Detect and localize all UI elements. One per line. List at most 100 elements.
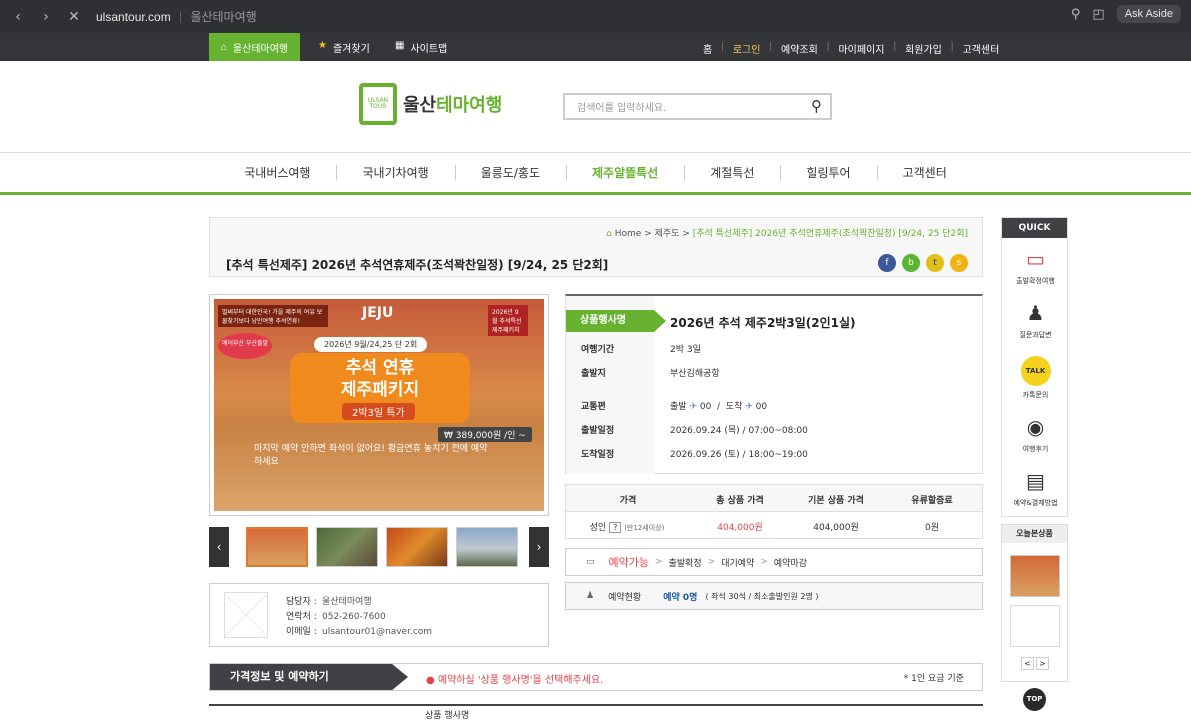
carousel-next-arrow[interactable]: ›: [529, 527, 549, 567]
transport-arrive-time: 00: [755, 402, 768, 412]
band-icon[interactable]: b: [902, 254, 920, 272]
quick-departure-confirmed[interactable]: ▭ 출발확정여행: [1002, 246, 1069, 286]
quick-label: 예약&결제방법: [1013, 499, 1058, 507]
topbar-link-home[interactable]: 홈: [703, 41, 712, 56]
topbar-link-mypage[interactable]: 마이페이지: [838, 41, 884, 56]
arrive-date-value: 2026.09.26 (토) / 18:00~19:00: [670, 450, 808, 460]
topbar-link-login[interactable]: 로그인: [733, 41, 761, 56]
logo-main-text: 울산: [403, 95, 437, 116]
thumbnail-3[interactable]: [386, 527, 448, 567]
price-info-base: * 1인 요금 기준: [903, 674, 964, 684]
quick-label: 출발확정여행: [1016, 277, 1055, 285]
scroll-top-button[interactable]: TOP: [1023, 688, 1046, 711]
topbar-link-reservation[interactable]: 예약조회: [781, 41, 818, 56]
extension-icon[interactable]: ◰: [1092, 7, 1104, 22]
forward-icon[interactable]: ›: [38, 9, 54, 25]
facebook-icon[interactable]: f: [878, 254, 896, 272]
key-icon[interactable]: ⚲: [1071, 7, 1081, 22]
depart-from-label: 출발지: [581, 369, 606, 379]
topbar-sep: |: [950, 41, 954, 52]
people-icon: ♟: [586, 591, 595, 601]
contact-manager-value: 울산테마여행: [322, 597, 372, 607]
contact-email-value: ulsantour01@naver.com: [322, 627, 433, 637]
nav-item-train[interactable]: 국내기차여행: [336, 153, 454, 192]
status-arrow: >: [655, 557, 663, 567]
topbar-sitemap[interactable]: ▦ 사이트맵: [395, 40, 447, 55]
topbar-home-button[interactable]: ⌂ 울산테마여행: [209, 33, 300, 61]
nav-item-jeju[interactable]: 제주알뜰특선: [565, 153, 684, 192]
kakaostory-icon[interactable]: s: [950, 254, 968, 272]
home-icon: ⌂: [606, 229, 612, 239]
status-available: 예약가능: [608, 556, 649, 569]
reservation-count: 예약 0명: [663, 592, 698, 603]
person-icon: ♟: [1026, 301, 1045, 325]
carousel-prev-arrow[interactable]: ‹: [209, 527, 229, 567]
poster-price: ₩ 389,000원 /인 ~: [438, 427, 532, 442]
topbar-favorites[interactable]: ★ 즐겨찾기: [318, 40, 370, 55]
card-icon: ▤: [1026, 469, 1045, 493]
home-icon: ⌂: [220, 41, 227, 53]
main-navigation: 국내버스여행 국내기차여행 울릉도/홍도 제주알뜰특선 계절특선 힐링투어 고객…: [0, 153, 1191, 195]
address-bar-url[interactable]: ulsantour.com: [96, 10, 171, 24]
breadcrumb-home[interactable]: Home: [615, 229, 642, 239]
search-icon[interactable]: ⚲: [811, 97, 822, 115]
poster-top-tag: 벌써부터 대한민국! 가을 제주의 여유 보물찾기보다 낭만여행 추석연휴!: [218, 305, 328, 327]
logo-accent-text: 테마여행: [436, 95, 503, 116]
thumbnail-4[interactable]: [456, 527, 518, 567]
price-header-total: 총 상품 가격: [716, 496, 764, 506]
price-header-fuel: 유류할증료: [911, 496, 953, 506]
recent-next-button[interactable]: >: [1036, 657, 1049, 670]
contact-box: 담당자 : 울산테마여행 연락처 : 052-260-7600 이메일 : ulsan…: [209, 583, 549, 647]
recently-viewed-title: 오늘본상품: [1002, 525, 1067, 543]
breadcrumb-level1[interactable]: 제주도: [655, 229, 680, 239]
back-icon[interactable]: ‹: [10, 9, 26, 25]
price-table: 가격 총 상품 가격 기본 상품 가격 유류할증료 성인 ? (만12세이상) …: [565, 484, 983, 539]
browser-toolbar: ‹ › ✕ ulsantour.com | 울산테마여행 ⚲ ◰ Ask Asi…: [0, 0, 1191, 33]
ask-aside-button[interactable]: Ask Aside: [1116, 5, 1181, 23]
depart-date-value: 2026.09.24 (목) / 07:00~08:00: [670, 426, 808, 436]
price-total-value: 404,000원: [717, 523, 763, 533]
poster-headline-2: 제주패키지: [340, 380, 420, 400]
reservation-label: 예약현황: [608, 592, 642, 603]
transport-depart-time: 00: [699, 402, 712, 412]
nav-item-season[interactable]: 계절특선: [684, 153, 780, 192]
transport-label: 교통편: [581, 402, 606, 412]
recent-item-1[interactable]: [1010, 555, 1060, 597]
close-icon[interactable]: ✕: [66, 9, 82, 25]
monitor-icon: ▭: [1026, 247, 1045, 271]
price-row-label: 성인: [589, 523, 607, 533]
topbar-links: 홈 | 로그인 | 예약조회 | 마이페이지 | 회원가입 | 고객센터: [703, 41, 999, 56]
quick-kakaotalk[interactable]: TALK 카톡문의: [1002, 356, 1069, 400]
search-input[interactable]: 검색어를 입력하세요. ⚲: [563, 93, 832, 120]
product-name-tag: 상품행사명: [566, 310, 666, 332]
quick-title: QUICK: [1002, 218, 1067, 238]
topbar-link-join[interactable]: 회원가입: [905, 41, 942, 56]
quick-label: 여행후기: [1022, 445, 1049, 453]
price-row-note: (만12세이상): [624, 524, 665, 532]
transport-depart-label: 출발: [670, 402, 687, 412]
reservation-detail: ( 좌석 30석 / 최소출발인원 2명 ): [705, 591, 819, 601]
page-tab-title: 울산테마여행: [190, 10, 257, 24]
poster-headline-1: 추석 연휴: [345, 358, 415, 378]
transport-arrive-label: 도착: [725, 402, 743, 412]
price-header-base: 기본 상품 가격: [808, 496, 864, 506]
recent-item-2[interactable]: [1010, 605, 1060, 647]
depart-from-value: 부산김해공항: [670, 369, 720, 379]
status-arrow: >: [760, 557, 768, 567]
topbar-link-support[interactable]: 고객센터: [962, 41, 999, 56]
quick-review[interactable]: ◉ 여행후기: [1002, 414, 1069, 454]
site-logo[interactable]: ULSAN TOUR 울산테마여행: [359, 83, 502, 125]
recent-prev-button[interactable]: <: [1021, 657, 1034, 670]
nav-item-healing[interactable]: 힐링투어: [780, 153, 876, 192]
nav-item-bus[interactable]: 국내버스여행: [218, 153, 336, 192]
contact-manager-label: 담당자 :: [286, 597, 317, 607]
nav-item-ulleungdo[interactable]: 울릉도/홍도: [454, 153, 566, 192]
quick-qna[interactable]: ♟ 질문과답변: [1002, 300, 1069, 340]
kakaotalk-icon[interactable]: t: [926, 254, 944, 272]
poster-airline-circle: 에어부산 부산출발: [218, 333, 272, 359]
nav-item-support[interactable]: 고객센터: [876, 153, 973, 192]
help-icon[interactable]: ?: [609, 522, 622, 533]
thumbnail-2[interactable]: [316, 527, 378, 567]
thumbnail-1[interactable]: [246, 527, 308, 567]
quick-payment[interactable]: ▤ 예약&결제방법: [1002, 468, 1069, 508]
